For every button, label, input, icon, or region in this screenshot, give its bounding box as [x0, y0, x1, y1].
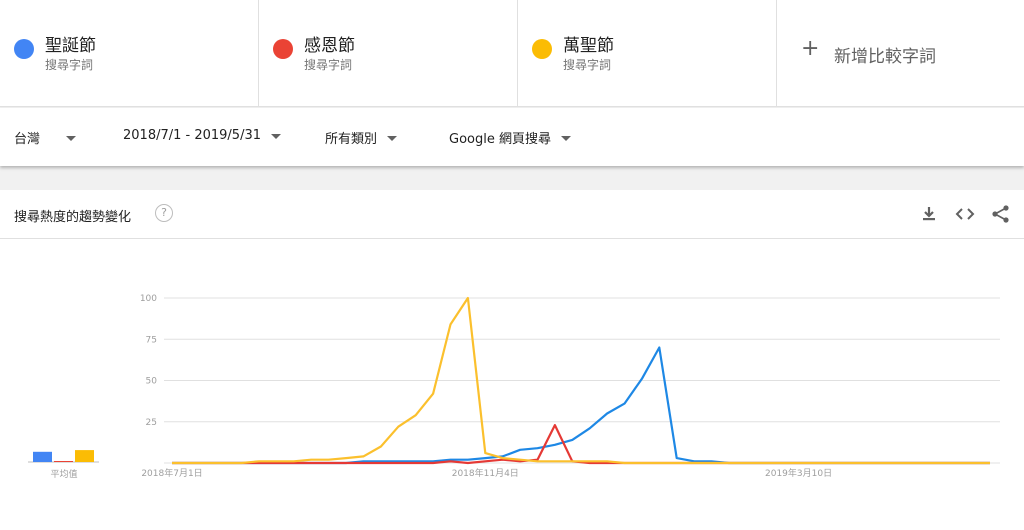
share-icon[interactable] — [991, 204, 1011, 224]
term-color-dot — [14, 39, 34, 59]
add-comparison-label: 新增比較字詞 — [834, 47, 936, 67]
filters-bar: 台灣 2018/7/1 - 2019/5/31 所有類別 Google 網頁搜尋 — [0, 108, 1024, 166]
y-tick-label: 75 — [146, 335, 157, 345]
category-value: 所有類別 — [325, 132, 378, 147]
average-bar — [54, 461, 73, 462]
date-range-value: 2018/7/1 - 2019/5/31 — [123, 128, 261, 143]
embed-icon[interactable] — [955, 204, 975, 224]
region-dropdown[interactable]: 台灣 — [14, 128, 77, 147]
term-type: 搜尋字詞 — [45, 58, 94, 72]
interest-over-time-card: 搜尋熱度的趨勢變化 ? 25 50 75 100 2018年7月1日 2018年11月4日… — [0, 190, 1024, 530]
plus-icon: + — [801, 36, 820, 61]
average-bar — [33, 451, 52, 462]
chart-area: 25 50 75 100 2018年7月1日 2018年11月4日 2019年3月10日 平均… — [0, 240, 1024, 530]
x-tick-label: 2018年7月1日 — [141, 467, 202, 479]
y-tick-label: 50 — [146, 377, 158, 387]
series-line — [172, 346, 990, 465]
region-value: 台灣 — [14, 132, 41, 147]
series-line — [172, 424, 990, 465]
term-name: 萬聖節 — [563, 36, 614, 56]
term-type: 搜尋字詞 — [304, 58, 353, 72]
help-icon[interactable]: ? — [155, 204, 173, 222]
trend-chart: 25 50 75 100 2018年7月1日 2018年11月4日 2019年3月10日 平均… — [28, 294, 1000, 480]
chevron-down-icon — [271, 133, 281, 139]
y-tick-label: 25 — [146, 418, 157, 428]
term-type: 搜尋字詞 — [563, 58, 612, 72]
term-name: 聖誕節 — [45, 36, 96, 56]
add-comparison-button[interactable]: + 新增比較字詞 — [777, 0, 1024, 106]
x-tick-label: 2018年11月4日 — [452, 467, 519, 479]
average-bar — [75, 450, 94, 462]
date-range-dropdown[interactable]: 2018/7/1 - 2019/5/31 — [123, 128, 281, 143]
search-term-halloween[interactable]: 萬聖節 搜尋字詞 — [518, 0, 777, 107]
search-term-christmas[interactable]: 聖誕節 搜尋字詞 — [0, 0, 259, 107]
search-terms-bar: 聖誕節 搜尋字詞 感恩節 搜尋字詞 萬聖節 搜尋字詞 + 新增比較字詞 — [0, 0, 1024, 107]
chevron-down-icon — [560, 135, 571, 141]
x-tick-label: 2019年3月10日 — [765, 467, 832, 479]
download-icon[interactable] — [919, 204, 939, 224]
term-color-dot — [273, 39, 293, 59]
term-name: 感恩節 — [304, 36, 355, 56]
search-type-dropdown[interactable]: Google 網頁搜尋 — [449, 128, 571, 147]
chevron-down-icon — [66, 135, 77, 141]
category-dropdown[interactable]: 所有類別 — [325, 128, 398, 147]
card-header: 搜尋熱度的趨勢變化 ? — [0, 190, 1024, 239]
card-title: 搜尋熱度的趨勢變化 — [14, 210, 132, 225]
chevron-down-icon — [387, 135, 398, 141]
average-label: 平均值 — [50, 468, 77, 480]
y-tick-label: 100 — [140, 294, 157, 304]
term-color-dot — [532, 39, 552, 59]
search-type-value: Google 網頁搜尋 — [449, 132, 551, 147]
search-term-thanksgiving[interactable]: 感恩節 搜尋字詞 — [259, 0, 518, 107]
